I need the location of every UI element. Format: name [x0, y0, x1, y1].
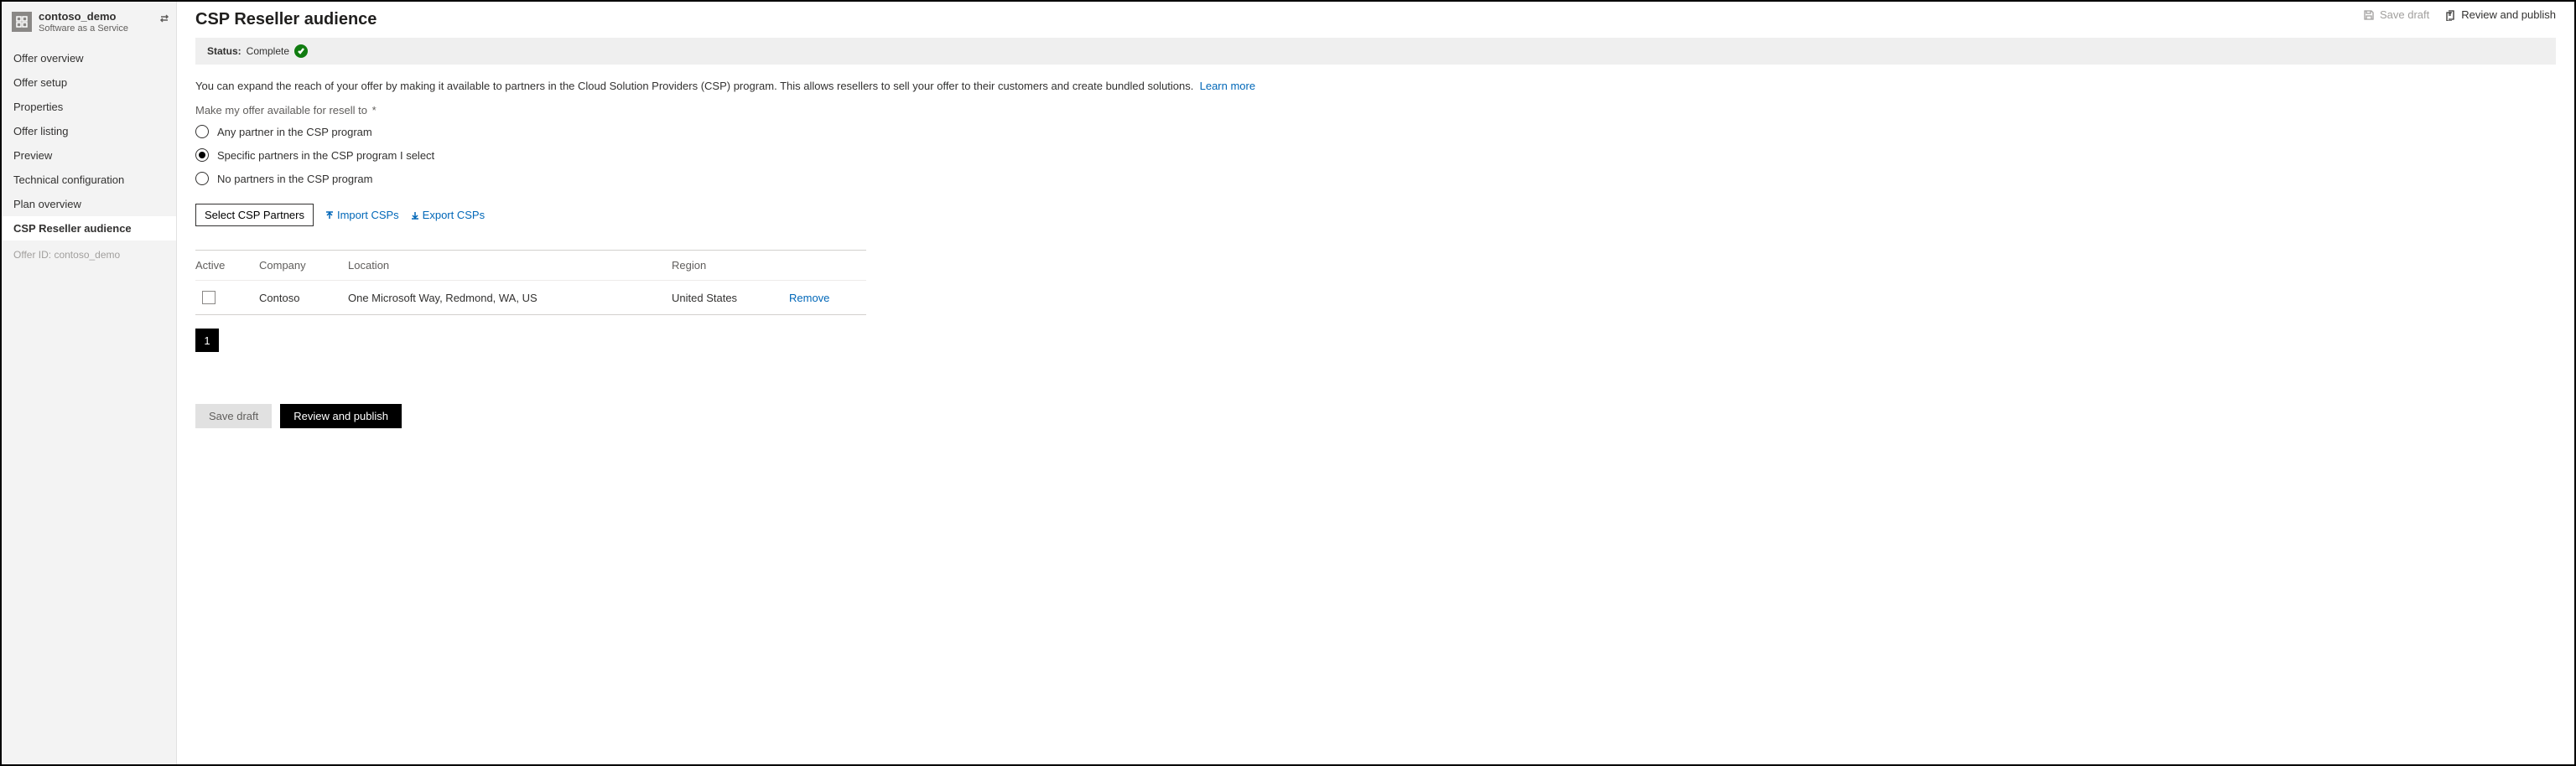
learn-more-link[interactable]: Learn more — [1200, 80, 1255, 92]
radio-icon — [195, 148, 209, 162]
csp-action-row: Select CSP Partners Import CSPs Export C… — [195, 204, 2556, 226]
select-csp-partners-button[interactable]: Select CSP Partners — [195, 204, 314, 226]
review-publish-top[interactable]: Review and publish — [2444, 8, 2556, 21]
nav-item-technical-configuration[interactable]: Technical configuration — [2, 168, 176, 192]
nav-item-csp-reseller-audience[interactable]: CSP Reseller audience — [2, 216, 176, 241]
offer-type: Software as a Service — [39, 23, 128, 34]
upload-icon — [325, 211, 334, 220]
page-title: CSP Reseller audience — [195, 10, 2556, 29]
pagination: 1 — [195, 329, 2556, 352]
resell-radio-group: Any partner in the CSP program Specific p… — [195, 125, 2556, 185]
status-bar: Status: Complete — [195, 38, 2556, 65]
swap-icon[interactable] — [159, 13, 169, 26]
app-grid-icon — [12, 12, 32, 32]
cell-location: One Microsoft Way, Redmond, WA, US — [348, 292, 672, 304]
description: You can expand the reach of your offer b… — [195, 80, 2556, 92]
nav-item-offer-listing[interactable]: Offer listing — [2, 119, 176, 143]
csp-table: Active Company Location Region Contoso O… — [195, 250, 866, 315]
offer-name: contoso_demo — [39, 10, 128, 23]
col-location: Location — [348, 259, 672, 272]
col-region: Region — [672, 259, 789, 272]
main-content: Save draft Review and publish CSP Resell… — [177, 2, 2574, 764]
radio-icon — [195, 125, 209, 138]
sidebar: contoso_demo Software as a Service Offer… — [2, 2, 177, 764]
nav-item-properties[interactable]: Properties — [2, 95, 176, 119]
radio-option-2[interactable]: No partners in the CSP program — [195, 172, 2556, 185]
publish-icon — [2444, 9, 2456, 21]
resell-field-label: Make my offer available for resell to * — [195, 104, 2556, 116]
nav-item-offer-overview[interactable]: Offer overview — [2, 46, 176, 70]
status-value: Complete — [247, 45, 289, 57]
radio-label: Any partner in the CSP program — [217, 126, 372, 138]
radio-option-0[interactable]: Any partner in the CSP program — [195, 125, 2556, 138]
radio-option-1[interactable]: Specific partners in the CSP program I s… — [195, 148, 2556, 162]
radio-label: Specific partners in the CSP program I s… — [217, 149, 434, 162]
col-active: Active — [195, 259, 259, 272]
import-csps-link[interactable]: Import CSPs — [325, 209, 399, 221]
nav-item-offer-setup[interactable]: Offer setup — [2, 70, 176, 95]
status-check-icon — [294, 44, 308, 58]
radio-icon — [195, 172, 209, 185]
page-1[interactable]: 1 — [195, 329, 219, 352]
save-draft-top[interactable]: Save draft — [2363, 8, 2429, 21]
remove-link[interactable]: Remove — [789, 292, 866, 304]
top-actions: Save draft Review and publish — [2363, 8, 2556, 21]
nav-item-plan-overview[interactable]: Plan overview — [2, 192, 176, 216]
table-row: Contoso One Microsoft Way, Redmond, WA, … — [195, 280, 866, 314]
cell-region: United States — [672, 292, 789, 304]
save-draft-button[interactable]: Save draft — [195, 404, 272, 428]
active-checkbox[interactable] — [202, 291, 216, 304]
radio-label: No partners in the CSP program — [217, 173, 372, 185]
download-icon — [411, 211, 419, 220]
nav-item-preview[interactable]: Preview — [2, 143, 176, 168]
table-header: Active Company Location Region — [195, 251, 866, 280]
save-icon — [2363, 9, 2375, 21]
bottom-action-bar: Save draft Review and publish — [195, 404, 2556, 428]
sidebar-header: contoso_demo Software as a Service — [2, 2, 176, 46]
offer-id: Offer ID: contoso_demo — [2, 241, 176, 269]
cell-company: Contoso — [259, 292, 348, 304]
review-publish-button[interactable]: Review and publish — [280, 404, 402, 428]
status-label: Status: — [207, 45, 242, 57]
sidebar-nav: Offer overviewOffer setupPropertiesOffer… — [2, 46, 176, 241]
export-csps-link[interactable]: Export CSPs — [411, 209, 485, 221]
col-company: Company — [259, 259, 348, 272]
